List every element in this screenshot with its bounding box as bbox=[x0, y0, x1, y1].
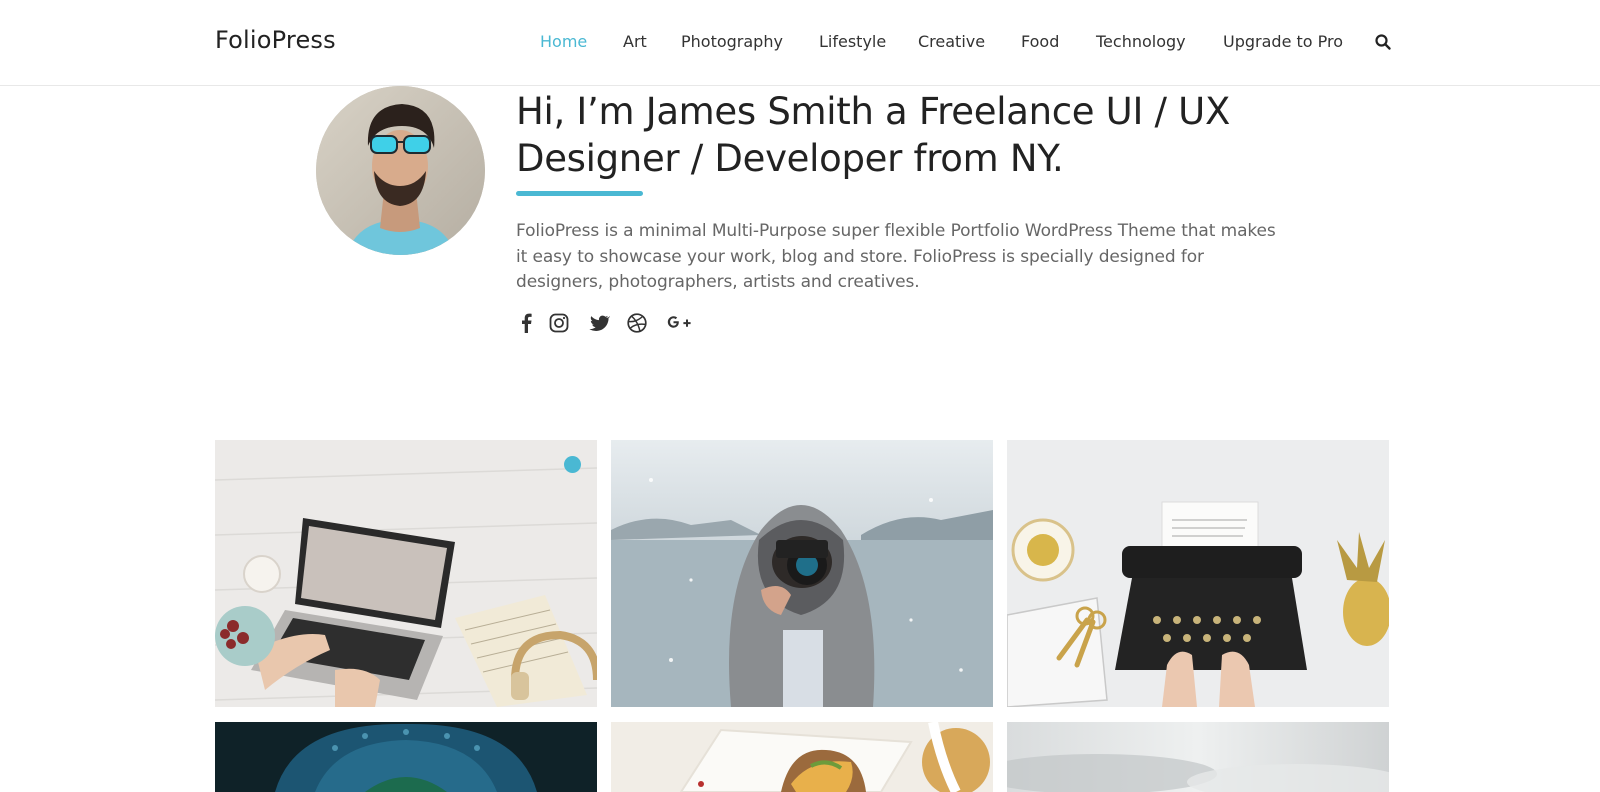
facebook-icon[interactable] bbox=[516, 312, 538, 334]
hero-headline: Hi, I’m James Smith a Freelance UI / UX … bbox=[516, 90, 1230, 180]
search-icon[interactable] bbox=[1374, 33, 1392, 51]
nav-item-technology[interactable]: Technology bbox=[1096, 32, 1186, 51]
nav-item-lifestyle[interactable]: Lifestyle bbox=[819, 32, 886, 51]
nav-item-photography[interactable]: Photography bbox=[681, 32, 783, 51]
twitter-icon[interactable] bbox=[588, 312, 611, 334]
gallery-item-photographer[interactable] bbox=[611, 440, 993, 707]
site-header: FolioPress Home Art Photography Lifestyl… bbox=[0, 0, 1600, 86]
gallery-item-laptop[interactable] bbox=[215, 440, 597, 707]
dribbble-icon[interactable] bbox=[626, 312, 648, 334]
profile-avatar bbox=[316, 86, 485, 255]
nav-item-upgrade-to-pro[interactable]: Upgrade to Pro bbox=[1223, 32, 1343, 51]
nav-item-food[interactable]: Food bbox=[1021, 32, 1059, 51]
nav-item-art[interactable]: Art bbox=[623, 32, 647, 51]
gallery-item-interior[interactable] bbox=[1007, 722, 1389, 792]
hero-intro-text: FolioPress is a minimal Multi-Purpose su… bbox=[516, 221, 1276, 292]
site-logo[interactable]: FolioPress bbox=[215, 26, 336, 54]
instagram-icon[interactable] bbox=[548, 312, 570, 334]
gallery-item-typewriter[interactable] bbox=[1007, 440, 1389, 707]
gallery-item-food[interactable] bbox=[611, 722, 993, 792]
google-plus-icon[interactable] bbox=[665, 312, 695, 334]
nav-item-home[interactable]: Home bbox=[540, 32, 587, 51]
nav-item-creative[interactable]: Creative bbox=[918, 32, 985, 51]
gallery-item-ornament[interactable] bbox=[215, 722, 597, 792]
headline-underline bbox=[516, 191, 643, 196]
gallery-indicator-dot bbox=[564, 456, 581, 473]
